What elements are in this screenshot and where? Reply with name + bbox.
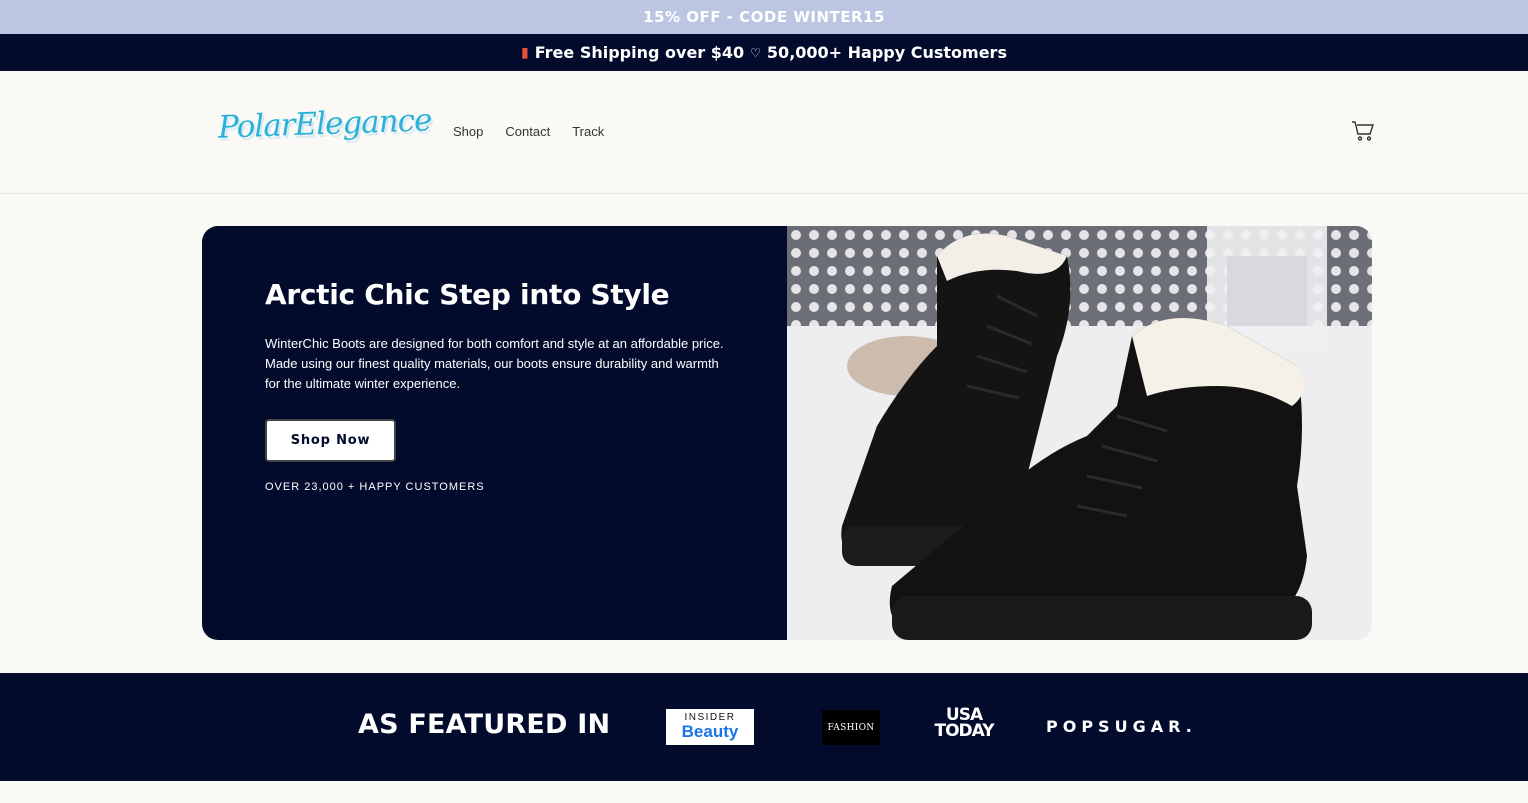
hero-banner: Arctic Chic Step into Style WinterChic B… — [202, 226, 1372, 640]
fashion-logo: FASHION — [822, 710, 880, 745]
shipping-bar: ▮ Free Shipping over $40 ♡ 50,000+ Happy… — [0, 34, 1528, 71]
insider-label: INSIDER — [684, 712, 736, 723]
hero-description: WinterChic Boots are designed for both c… — [265, 336, 724, 391]
nav-shop[interactable]: Shop — [453, 124, 483, 139]
featured-in-section: AS FEATURED IN INSIDER Beauty FASHION US… — [0, 673, 1528, 781]
shop-now-button[interactable]: Shop Now — [265, 419, 396, 462]
featured-title: AS FEATURED IN — [358, 709, 611, 740]
promo-text: 15% OFF - CODE WINTER15 — [643, 8, 885, 26]
insider-beauty-logo: INSIDER Beauty — [666, 709, 754, 745]
site-logo[interactable]: PolarElegance — [217, 102, 432, 145]
main-nav: Shop Contact Track — [453, 124, 604, 139]
site-header: PolarElegance Shop Contact Track — [0, 71, 1528, 194]
heart-icon: ♡ — [750, 45, 761, 60]
nav-contact[interactable]: Contact — [505, 124, 550, 139]
truck-icon: ▮ — [521, 44, 529, 61]
cart-icon[interactable] — [1351, 120, 1375, 142]
beauty-label: Beauty — [681, 722, 739, 741]
usa-today-logo: USA TODAY — [930, 707, 998, 747]
popsugar-logo: POPSUGAR. — [1046, 717, 1197, 736]
promo-bar: 15% OFF - CODE WINTER15 — [0, 0, 1528, 34]
happy-customers-text: 50,000+ Happy Customers — [766, 43, 1007, 62]
nav-track[interactable]: Track — [572, 124, 604, 139]
hero-text-panel: Arctic Chic Step into Style WinterChic B… — [202, 226, 787, 640]
today-label: TODAY — [934, 721, 995, 741]
hero-boots-image — [787, 226, 1372, 640]
hero-title: Arctic Chic Step into Style — [265, 278, 670, 311]
hero-customers-count: OVER 23,000 + HAPPY CUSTOMERS — [265, 481, 485, 493]
free-shipping-text: Free Shipping over $40 — [534, 43, 745, 62]
